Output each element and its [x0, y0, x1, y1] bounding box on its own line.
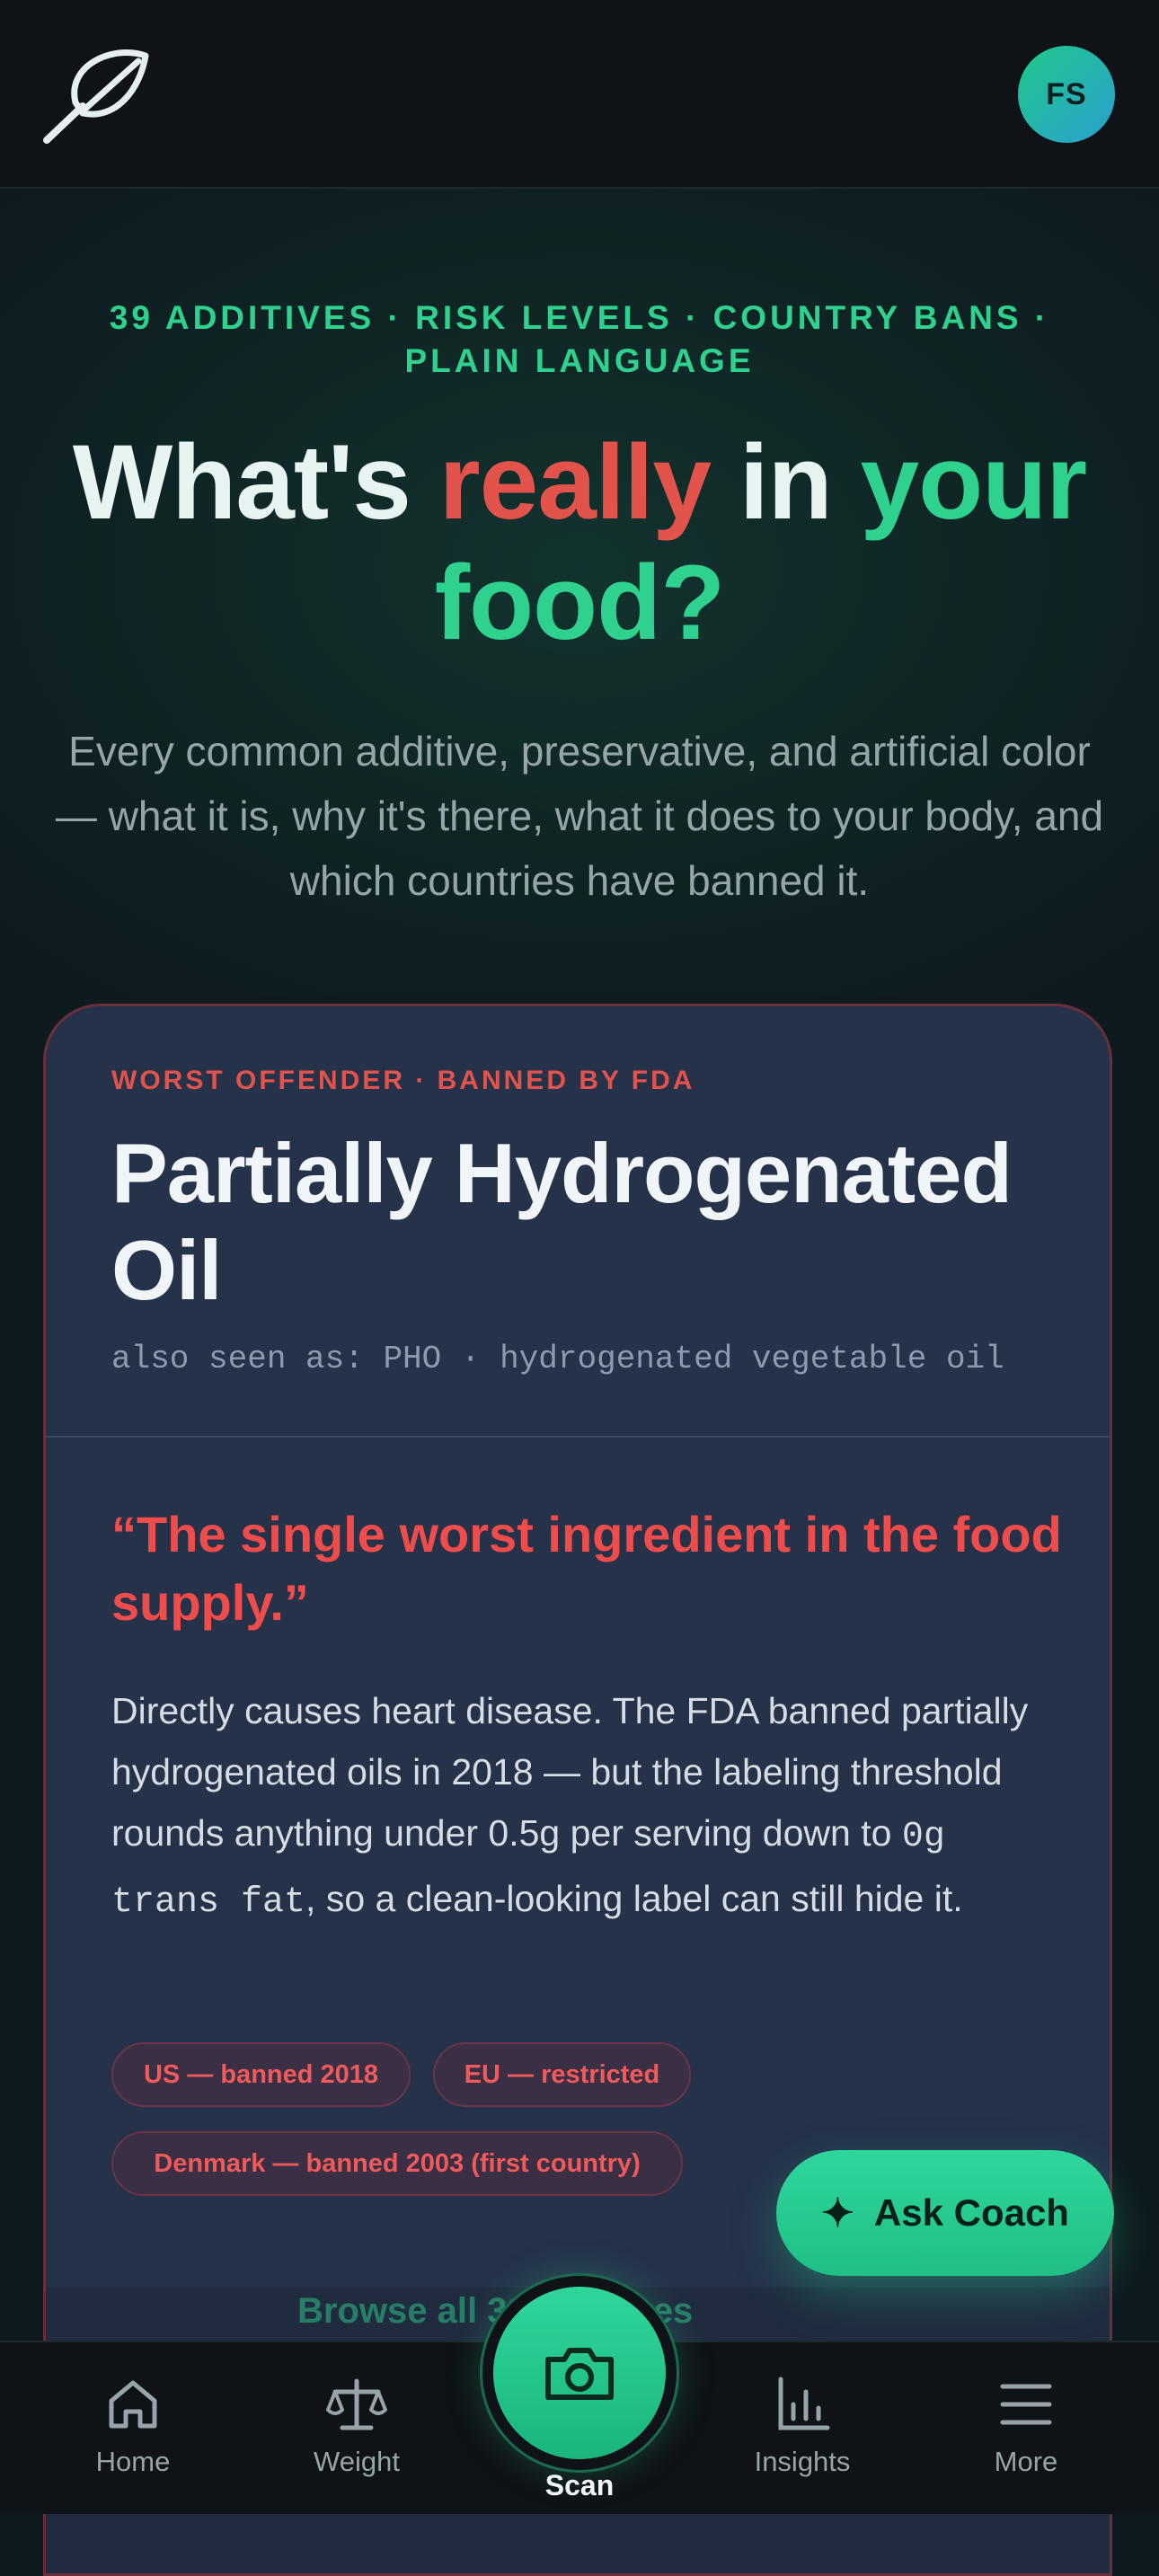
ask-coach-button[interactable]: ✦ Ask Coach: [776, 2150, 1114, 2276]
description-text-2: , so a clean-looking label can still hid…: [305, 1878, 963, 1919]
also-seen-as: also seen as: PHO · hydrogenated vegetab…: [111, 1341, 1004, 1377]
home-icon: [109, 2380, 157, 2429]
scan-button[interactable]: [493, 2287, 666, 2459]
top-bar: [0, 0, 1159, 189]
card-divider: [46, 1436, 1110, 1438]
camera-icon: [545, 2348, 614, 2400]
tab-weight[interactable]: Weight: [267, 2372, 447, 2478]
headline-part-1: What's: [72, 423, 439, 542]
ban-tag-eu: EU — restricted: [433, 2042, 691, 2107]
tab-home-label: Home: [95, 2446, 171, 2477]
ban-tag-us: US — banned 2018: [111, 2042, 411, 2107]
tab-insights[interactable]: Insights: [712, 2372, 892, 2478]
description-text-1: Directly causes heart disease. The FDA b…: [111, 1690, 1029, 1854]
avatar[interactable]: FS: [1018, 46, 1115, 143]
headline-part-3: in: [711, 423, 861, 542]
tab-insights-label: Insights: [754, 2446, 851, 2477]
tab-more[interactable]: More: [936, 2372, 1116, 2478]
scale-icon: [326, 2378, 387, 2430]
bar-chart-icon: [778, 2377, 830, 2430]
sparkle-icon: ✦: [821, 2191, 854, 2235]
card-eyebrow: WORST OFFENDER · BANNED BY FDA: [111, 1066, 695, 1095]
hero-subtitle: Every common additive, preservative, and…: [55, 728, 1104, 904]
tab-more-label: More: [994, 2446, 1058, 2477]
hero-eyebrow: 39 ADDITIVES · RISK LEVELS · COUNTRY BAN…: [109, 299, 1050, 379]
additive-description: Directly causes heart disease. The FDA b…: [111, 1680, 1064, 1934]
tab-weight-label: Weight: [314, 2446, 400, 2477]
ask-coach-label: Ask Coach: [873, 2191, 1069, 2234]
additive-title: Partially Hydrogenated Oil: [111, 1126, 1013, 1317]
headline-part-2: really: [438, 423, 712, 542]
leaf-icon[interactable]: [40, 40, 153, 146]
page-title: What's really in your food?: [36, 422, 1123, 663]
additive-quote: “The single worst ingredient in the food…: [111, 1506, 1062, 1631]
tab-scan-label: Scan: [544, 2469, 615, 2501]
menu-icon: [1000, 2384, 1052, 2425]
tab-home[interactable]: Home: [43, 2372, 223, 2478]
ban-tag-denmark: Denmark — banned 2003 (first country): [111, 2131, 683, 2196]
